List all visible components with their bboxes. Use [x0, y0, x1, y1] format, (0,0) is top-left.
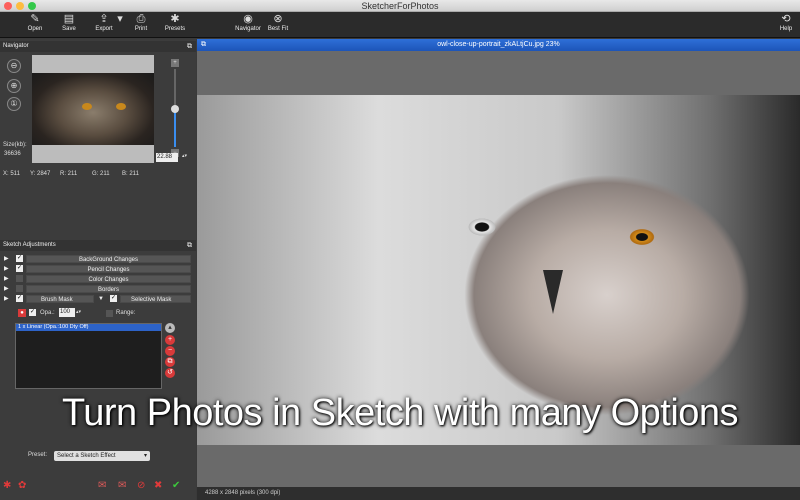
sketch-adjustments-header: Sketch Adjustments ⧉ [0, 240, 196, 251]
list-item[interactable]: 1 x Linear (Opa.:100 Dty Off) [16, 324, 161, 331]
save-icon: ▤ [63, 13, 75, 25]
expand-icon[interactable]: ▶ [4, 255, 9, 263]
duplicate-layer-button[interactable]: ⧉ [165, 357, 175, 367]
expand-icon[interactable]: ▼ [98, 295, 104, 303]
coord-y: Y: 2847 [30, 171, 51, 177]
remove-layer-button[interactable]: − [165, 346, 175, 356]
layers-list[interactable]: 1 x Linear (Opa.:100 Dty Off) [15, 323, 162, 389]
size-value: 36636 [4, 151, 21, 157]
range-label: Range: [116, 310, 136, 316]
color-b: B: 211 [122, 171, 139, 177]
opacity-field[interactable]: 100 [59, 308, 75, 317]
owl-beak [543, 270, 563, 314]
zoom-value-field[interactable]: 22.88 [156, 153, 178, 162]
apply-icon[interactable]: ✔ [172, 480, 180, 491]
image-dimensions: 4288 x 2848 pixels (300 dpi) [205, 490, 281, 496]
expand-icon[interactable]: ▶ [4, 275, 9, 283]
expand-icon[interactable]: ▶ [4, 265, 9, 273]
detach-icon[interactable]: ⧉ [187, 41, 192, 52]
preset-select[interactable]: Select a Sketch Effect ▾ [54, 451, 150, 461]
print-icon: ⎙ [136, 13, 146, 25]
detach-icon[interactable]: ⧉ [187, 240, 192, 251]
color-checkbox[interactable] [16, 275, 23, 282]
help-icon: ⟲ [781, 13, 791, 25]
presets-button[interactable]: ✱ Presets [157, 13, 193, 37]
background-changes-row[interactable]: ▶ ✓ BackGround Changes [4, 255, 191, 263]
upload-mail-icon[interactable]: ✉ [118, 480, 126, 491]
navigator-header: Navigator ⧉ [0, 41, 196, 52]
help-button[interactable]: ⟲ Help [768, 13, 800, 37]
layer-up-button[interactable]: ▴ [165, 323, 175, 333]
print-button[interactable]: ⎙ Print [123, 13, 159, 37]
zoom-stepper[interactable]: ▴▾ [182, 153, 187, 159]
rotate-right-button[interactable]: ⊕ [7, 79, 21, 93]
presets-icon: ✱ [170, 13, 180, 25]
reset-layer-button[interactable]: ↺ [165, 368, 175, 378]
zoom-slider[interactable]: + − [170, 59, 180, 157]
actual-size-icon: ① [10, 99, 18, 108]
preset-label: Preset: [28, 452, 48, 458]
main-toolbar: ✎ Open ▤ Save ⇪ Export ▾ ⎙ Print ✱ Presets ◉ N… [0, 12, 800, 38]
rotate-icon: ⊕ [10, 81, 18, 90]
mask-color-swatch[interactable]: ● [18, 309, 26, 317]
opacity-label: Opa.: [40, 310, 55, 316]
zoom-slider-fill [174, 109, 176, 147]
borders-checkbox[interactable] [16, 285, 23, 292]
add-layer-button[interactable]: + [165, 335, 175, 345]
selective-mask-row[interactable]: ▼ ✓ Selective Mask [98, 295, 191, 303]
borders-row[interactable]: ▶ Borders [4, 285, 191, 293]
navigator-thumbnail[interactable] [32, 55, 154, 163]
mail-icon[interactable]: ✉ [98, 480, 106, 491]
randomize-icon[interactable]: ✱ [3, 480, 11, 491]
expand-icon[interactable]: ▶ [4, 295, 9, 303]
owl-eye-icon [82, 103, 92, 110]
owl-eye-icon [116, 103, 126, 110]
cancel-icon[interactable]: ✖ [154, 480, 162, 491]
coord-x: X: 511 [3, 171, 20, 177]
chevron-down-icon: ▾ [143, 453, 147, 459]
best-fit-button[interactable]: ⊗ Best Fit [260, 13, 296, 37]
brush-mask-checkbox[interactable]: ✓ [16, 295, 23, 302]
opacity-checkbox[interactable]: ✓ [29, 309, 36, 316]
document-title: owl-close-up-portrait_zkALtjCu.jpg 23% [197, 39, 800, 51]
color-changes-row[interactable]: ▶ Color Changes [4, 275, 191, 283]
shuffle-icon[interactable]: ✿ [18, 480, 26, 491]
color-r: R: 211 [60, 171, 78, 177]
range-checkbox[interactable] [106, 310, 113, 317]
window-title: SketcherForPhotos [361, 1, 439, 11]
stop-icon[interactable]: ⊘ [137, 480, 145, 491]
pencil-checkbox[interactable]: ✓ [16, 265, 23, 272]
zoom-slider-thumb[interactable] [171, 105, 179, 113]
size-label: Size(kb): [3, 142, 27, 148]
open-icon: ✎ [30, 13, 40, 25]
save-button[interactable]: ▤ Save [51, 13, 87, 37]
background-checkbox[interactable]: ✓ [16, 255, 23, 262]
magnifier-icon: ⊗ [273, 13, 283, 25]
opacity-stepper[interactable]: ▴▾ [76, 309, 81, 315]
window-titlebar: SketcherForPhotos [0, 0, 800, 12]
promo-overlay-text: Turn Photos in Sketch with many Options [61, 392, 739, 434]
actual-size-button[interactable]: ① [7, 97, 21, 111]
zoom-in-button[interactable]: + [171, 59, 179, 67]
pencil-changes-row[interactable]: ▶ ✓ Pencil Changes [4, 265, 191, 273]
color-g: G: 211 [92, 171, 110, 177]
open-button[interactable]: ✎ Open [17, 13, 53, 37]
owl-thumbnail-image [32, 73, 154, 145]
expand-icon[interactable]: ▶ [4, 285, 9, 293]
document-window-icon[interactable]: ⧉ [201, 41, 206, 49]
brush-mask-row[interactable]: ▶ ✓ Brush Mask [4, 295, 94, 303]
rotate-icon: ⊖ [10, 61, 18, 70]
rotate-left-button[interactable]: ⊖ [7, 59, 21, 73]
selective-mask-checkbox[interactable]: ✓ [110, 295, 117, 302]
